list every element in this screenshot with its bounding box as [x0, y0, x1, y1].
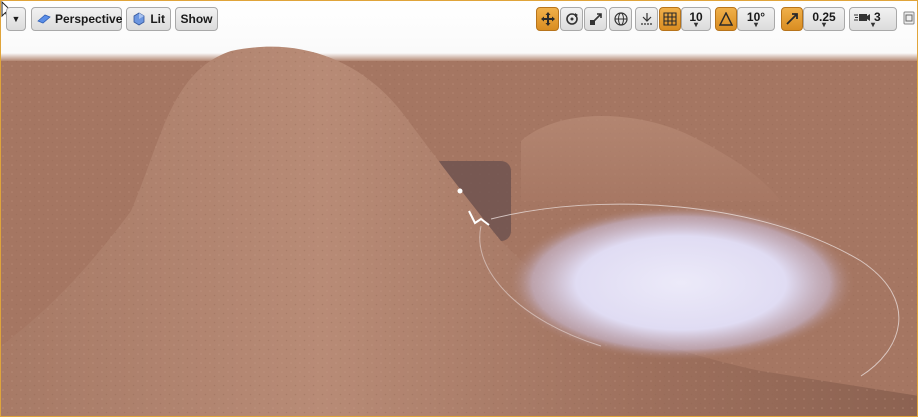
rotate-tool-button[interactable] [560, 7, 583, 31]
viewport-options-button[interactable]: ▼ [6, 7, 26, 31]
rotate-icon [564, 11, 580, 27]
maximize-icon [903, 11, 915, 28]
lighting-mode-button[interactable]: Lit [126, 7, 171, 31]
grid-snap-icon [662, 11, 678, 27]
scale-snap-icon [784, 11, 800, 27]
world-space-icon [613, 11, 629, 27]
rotation-snap-value-button[interactable]: 10° ▾ [737, 7, 775, 31]
level-viewport-frame: ▼ Perspective Lit Show 10 ▾ 10° ▾ 0.25 ▾… [0, 0, 918, 417]
scale-snap-caret-icon: ▾ [821, 20, 827, 29]
translate-icon [540, 11, 556, 27]
scale-icon [588, 11, 604, 27]
scale-snap-toggle[interactable] [781, 7, 803, 31]
camera-speed-caret-icon: ▾ [870, 20, 876, 29]
view-mode-label: Perspective [55, 12, 123, 26]
world-space-button[interactable] [609, 7, 632, 31]
show-label: Show [180, 12, 213, 26]
viewport-scene [1, 46, 917, 416]
show-flags-button[interactable]: Show [175, 7, 218, 31]
surface-snap-icon [639, 11, 655, 27]
dropdown-arrow-icon: ▼ [11, 14, 21, 24]
perspective-cube-icon [37, 11, 51, 27]
viewport-toolbar: ▼ Perspective Lit Show 10 ▾ 10° ▾ 0.25 ▾… [1, 1, 917, 37]
rotation-snap-toggle[interactable] [715, 7, 737, 31]
light-spot [506, 205, 856, 361]
camera-speed-icon [854, 9, 870, 25]
level-viewport[interactable] [1, 1, 917, 416]
lit-sphere-icon [132, 11, 146, 27]
scale-snap-value-button[interactable]: 0.25 ▾ [803, 7, 845, 31]
maximize-viewport-button[interactable] [903, 11, 915, 25]
rotation-snap-caret-icon: ▾ [753, 20, 759, 29]
point-light-actor[interactable] [457, 188, 463, 194]
camera-speed-button[interactable]: 3 ▾ [849, 7, 897, 31]
surface-snap-button[interactable] [635, 7, 658, 31]
translate-tool-button[interactable] [536, 7, 559, 31]
lighting-mode-label: Lit [150, 12, 165, 26]
view-mode-button[interactable]: Perspective [31, 7, 122, 31]
grid-snap-caret-icon: ▾ [693, 20, 699, 29]
scale-tool-button[interactable] [584, 7, 607, 31]
grid-snap-value-button[interactable]: 10 ▾ [681, 7, 711, 31]
rotation-snap-icon [718, 11, 734, 27]
grid-snap-toggle[interactable] [659, 7, 681, 31]
